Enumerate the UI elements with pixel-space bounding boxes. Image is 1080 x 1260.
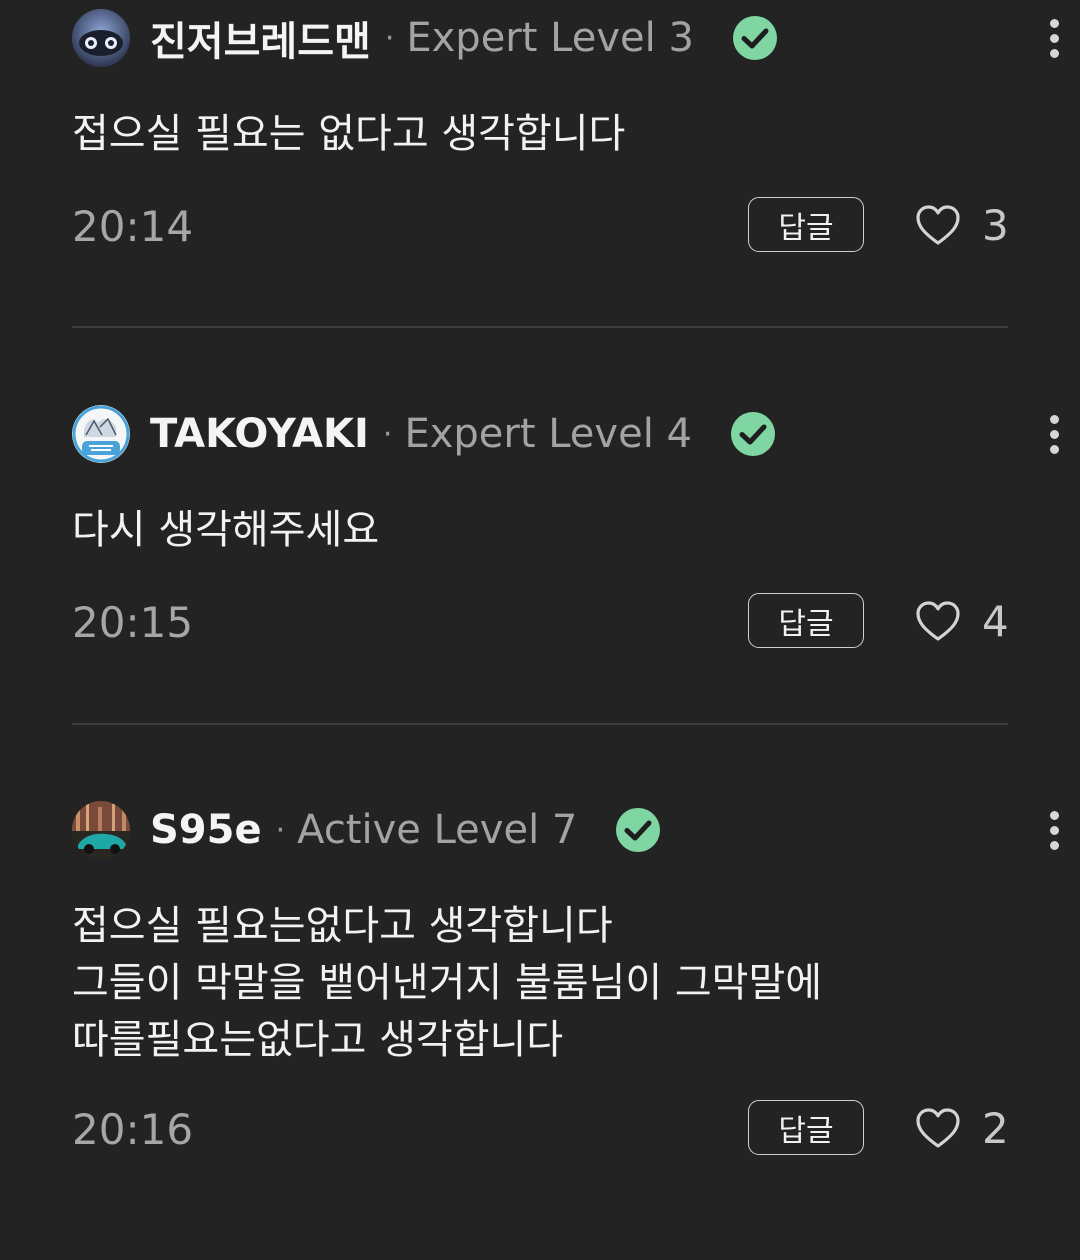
check-circle-icon: [732, 16, 777, 60]
comment-header: 진저브레드맨 · Expert Level 3: [72, 8, 1008, 68]
comment-header: S95e · Active Level 7: [72, 800, 1008, 860]
separator-dot: ·: [382, 416, 393, 452]
avatar[interactable]: [72, 9, 130, 67]
username[interactable]: 진저브레드맨: [150, 9, 371, 67]
separator-dot: ·: [275, 812, 286, 848]
comment-header: TAKOYAKI · Expert Level 4: [72, 404, 1008, 464]
check-circle-icon: [730, 412, 775, 456]
separator-dot: ·: [384, 20, 395, 56]
divider: [72, 723, 1008, 725]
heart-outline-icon: [916, 1108, 960, 1148]
divider: [72, 326, 1008, 328]
more-vertical-icon[interactable]: [1034, 404, 1074, 464]
like-count: 2: [982, 1103, 1009, 1153]
comment-time: 20:14: [72, 202, 194, 251]
like-count: 3: [982, 200, 1009, 250]
heart-outline-icon: [916, 601, 960, 641]
more-vertical-icon[interactable]: [1034, 8, 1074, 68]
comment-body: 다시 생각해주세요: [72, 507, 380, 553]
comment-time: 20:15: [72, 598, 194, 647]
avatar[interactable]: [72, 405, 130, 463]
like-button[interactable]: 3: [914, 197, 1009, 253]
comment-body: 접으실 필요는없다고 생각합니다 그들이 막말을 뱉어낸거지 불룸님이 그막말에…: [72, 903, 823, 1063]
heart-outline-icon: [916, 205, 960, 245]
comment-body: 접으실 필요는 없다고 생각합니다: [72, 111, 626, 157]
like-button[interactable]: 4: [914, 593, 1009, 649]
user-level: Expert Level 3: [406, 15, 694, 61]
reply-button[interactable]: 답글: [748, 197, 864, 252]
avatar[interactable]: [72, 801, 130, 859]
reply-button[interactable]: 답글: [748, 593, 864, 648]
more-vertical-icon[interactable]: [1034, 800, 1074, 860]
username[interactable]: S95e: [150, 807, 262, 853]
like-count: 4: [982, 596, 1009, 646]
comment-time: 20:16: [72, 1105, 194, 1154]
user-level: Active Level 7: [297, 807, 578, 853]
like-button[interactable]: 2: [914, 1100, 1009, 1156]
reply-button[interactable]: 답글: [748, 1100, 864, 1155]
check-circle-icon: [616, 808, 661, 852]
screen: 진저브레드맨 · Expert Level 3 접으실 필요는 없다고 생각합니…: [0, 0, 1080, 1260]
user-level: Expert Level 4: [404, 411, 692, 457]
username[interactable]: TAKOYAKI: [150, 411, 369, 457]
